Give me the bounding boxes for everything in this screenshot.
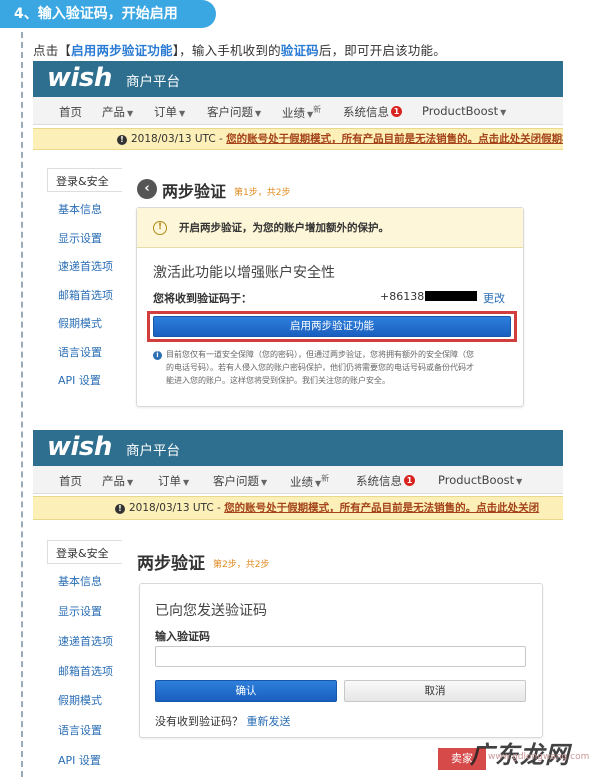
- chevron-down-icon: ▼: [255, 109, 262, 118]
- main-nav: 首页 产品 ▼ 订单 ▼ 客户问题 ▼ 业绩 ▼新 系统信息 1 ProductBoost…: [33, 97, 563, 125]
- verification-card: 已向您发送验证码 输入验证码 确认 取消 没有收到验证码？ 重新发送: [139, 583, 543, 738]
- redacted-block: [425, 291, 478, 301]
- sidebar-item-email[interactable]: 邮箱首选项: [58, 663, 113, 679]
- info-icon: i: [153, 351, 162, 360]
- instruction-part1: 点击【: [33, 43, 72, 58]
- change-phone-link[interactable]: 更改: [483, 290, 505, 306]
- nav-system-info[interactable]: 系统信息 1: [343, 104, 402, 120]
- info-icon: !: [115, 504, 125, 514]
- nav-orders[interactable]: 订单 ▼: [158, 473, 189, 489]
- sidebar-item-language[interactable]: 语言设置: [58, 722, 102, 738]
- platform-title: 商户平台: [126, 443, 180, 459]
- nav-home[interactable]: 首页: [59, 473, 82, 489]
- resend-link[interactable]: 重新发送: [247, 715, 291, 728]
- nav-customer-issues[interactable]: 客户问题 ▼: [207, 104, 261, 120]
- sidebar-item-vacation[interactable]: 假期模式: [58, 692, 102, 708]
- top-header: wish 商户平台: [33, 61, 563, 97]
- page-title: 两步验证 第1步，共2步: [162, 182, 291, 201]
- verification-code-input[interactable]: [155, 646, 526, 667]
- banner-date: 2018/03/13 UTC -: [131, 133, 223, 145]
- instruction-part2: 】，输入手机收到的: [172, 43, 281, 58]
- two-step-card: ! 开启两步验证，为您的账户增加额外的保护。 激活此功能以增强账户安全性 您将收…: [136, 207, 524, 407]
- nav-system-info[interactable]: 系统信息 1: [356, 473, 415, 489]
- wish-logo[interactable]: wish: [47, 63, 112, 93]
- chevron-down-icon: ▼: [127, 478, 134, 487]
- screenshot-step1: wish 商户平台 首页 产品 ▼ 订单 ▼ 客户问题 ▼ 业绩 ▼新 系统信息 1 Pr…: [33, 61, 563, 413]
- back-arrow-icon[interactable]: ‹: [137, 179, 157, 199]
- page-title: 两步验证 第2步，共2步: [137, 554, 270, 574]
- step-heading: 4、输入验证码，开始启用: [0, 0, 216, 28]
- instruction-text: 点击【启用两步验证功能】，输入手机收到的验证码后，即可开启该功能。: [33, 40, 446, 59]
- sidebar-item-email[interactable]: 邮箱首选项: [58, 287, 113, 303]
- code-input-label: 输入验证码: [155, 630, 210, 643]
- confirm-button[interactable]: 确认: [155, 680, 337, 702]
- sidebar-item-api[interactable]: API 设置: [58, 752, 101, 768]
- sidebar-item-login-security[interactable]: 登录&安全: [47, 540, 122, 564]
- chevron-down-icon: ▼: [179, 109, 186, 118]
- step-indicator: 第2步，共2步: [213, 560, 270, 570]
- chevron-down-icon: ▼: [500, 108, 507, 117]
- nav-performance[interactable]: 业绩 ▼新: [290, 473, 329, 490]
- card-title: 已向您发送验证码: [155, 603, 267, 619]
- nav-customer-issues[interactable]: 客户问题 ▼: [213, 473, 267, 489]
- platform-title: 商户平台: [126, 74, 180, 90]
- nav-products[interactable]: 产品 ▼: [102, 473, 133, 489]
- alert-icon: !: [153, 221, 167, 235]
- new-label: 新: [313, 105, 322, 114]
- wish-logo[interactable]: wish: [47, 432, 112, 462]
- notice-bar: ! 开启两步验证，为您的账户增加额外的保护。: [137, 208, 523, 248]
- chevron-down-icon: ▼: [261, 478, 268, 487]
- sidebar-item-api[interactable]: API 设置: [58, 372, 101, 388]
- vacation-mode-banner: ! 2018/03/13 UTC - 您的账号处于假期模式，所有产品目前是无法销售…: [33, 496, 563, 520]
- chevron-down-icon: ▼: [516, 477, 523, 486]
- dashed-guide-line: [21, 32, 23, 777]
- watermark-site: www.gdlongwang.com: [488, 752, 590, 762]
- cancel-button[interactable]: 取消: [344, 680, 526, 702]
- screenshot-step2: wish 商户平台 首页 产品 ▼ 订单 ▼ 客户问题 ▼ 业绩 ▼新 系统信息 1 Pr…: [33, 430, 563, 775]
- sidebar-item-basic-info[interactable]: 基本信息: [58, 201, 102, 217]
- instruction-part3: 后，即可开启该功能。: [318, 43, 446, 58]
- vacation-mode-banner: ! 2018/03/13 UTC - 您的账号处于假期模式，所有产品目前是无法销售…: [33, 128, 563, 150]
- card-title: 激活此功能以增强账户安全性: [153, 265, 335, 281]
- phone-number: +86138: [380, 290, 478, 303]
- sidebar-item-vacation[interactable]: 假期模式: [58, 315, 102, 331]
- notification-badge: 1: [404, 475, 415, 486]
- security-note: i 目前您仅有一道安全保障（您的密码），但通过两步验证，您将拥有额外的安全保障（您…: [153, 348, 513, 387]
- top-header: wish 商户平台: [33, 430, 563, 466]
- chevron-down-icon: ▼: [127, 109, 134, 118]
- sidebar-item-basic-info[interactable]: 基本信息: [58, 573, 102, 589]
- vacation-warning-link[interactable]: 您的账号处于假期模式，所有产品目前是无法销售的。点击此处关闭: [224, 502, 539, 514]
- info-icon: !: [117, 135, 127, 145]
- notification-badge: 1: [391, 106, 402, 117]
- send-to-label: 您将收到验证码于：: [153, 292, 252, 305]
- nav-performance[interactable]: 业绩 ▼新: [282, 104, 321, 121]
- sidebar-item-shipping[interactable]: 速递首选项: [58, 258, 113, 274]
- nav-home[interactable]: 首页: [59, 104, 82, 120]
- no-code-text: 没有收到验证码？: [155, 715, 243, 728]
- sidebar-item-shipping[interactable]: 速递首选项: [58, 633, 113, 649]
- nav-productboost[interactable]: ProductBoost ▼: [422, 104, 506, 118]
- nav-productboost[interactable]: ProductBoost ▼: [438, 473, 522, 487]
- enable-two-step-button[interactable]: 启用两步验证功能: [153, 316, 511, 337]
- main-nav: 首页 产品 ▼ 订单 ▼ 客户问题 ▼ 业绩 ▼新 系统信息 1 ProductBoost…: [33, 466, 563, 494]
- instruction-highlight-enable: 启用两步验证功能: [71, 43, 173, 58]
- chevron-down-icon: ▼: [183, 478, 190, 487]
- vacation-warning-link[interactable]: 您的账号处于假期模式，所有产品目前是无法销售的。点击此处关闭假期模: [226, 133, 563, 145]
- instruction-highlight-code: 验证码: [280, 43, 319, 58]
- nav-products[interactable]: 产品 ▼: [102, 104, 133, 120]
- resend-row: 没有收到验证码？ 重新发送: [155, 713, 291, 729]
- notice-text: 开启两步验证，为您的账户增加额外的保护。: [179, 222, 389, 234]
- step-indicator: 第1步，共2步: [234, 188, 291, 198]
- sidebar-item-display[interactable]: 显示设置: [58, 603, 102, 619]
- sidebar-item-language[interactable]: 语言设置: [58, 344, 102, 360]
- sidebar-item-login-security[interactable]: 登录&安全: [47, 168, 122, 192]
- new-label: 新: [321, 474, 330, 483]
- sidebar-item-display[interactable]: 显示设置: [58, 230, 102, 246]
- banner-date: 2018/03/13 UTC -: [129, 502, 221, 514]
- nav-orders[interactable]: 订单 ▼: [154, 104, 185, 120]
